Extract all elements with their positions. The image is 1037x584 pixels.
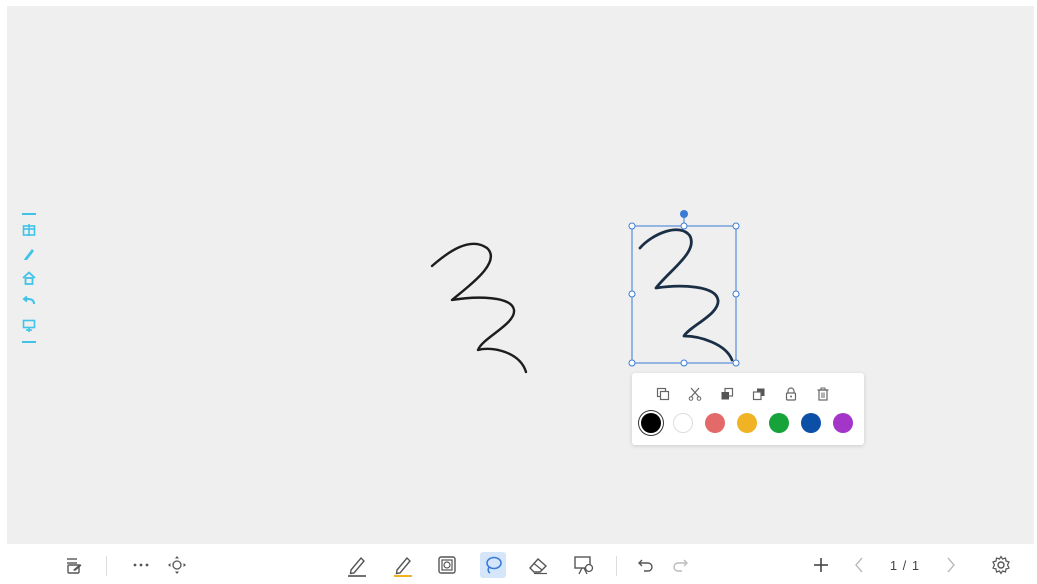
color-swatch-black[interactable] [641,413,661,433]
eraser-icon[interactable] [524,546,552,584]
settings-gear-icon[interactable] [988,546,1014,584]
highlighter-icon[interactable] [390,546,416,584]
copy-icon[interactable] [654,385,672,403]
bottom-toolbar: 1 / 1 [0,546,1037,584]
exit-note-icon[interactable] [60,546,88,584]
selection-frame [631,225,737,364]
pen-icon[interactable] [344,546,370,584]
bring-to-front-icon[interactable] [718,385,736,403]
resize-handle[interactable] [732,359,740,367]
resize-handle[interactable] [680,222,688,230]
color-swatch-white[interactable] [673,413,693,433]
shape-icon[interactable] [434,546,460,584]
prev-page-icon[interactable] [848,546,870,584]
resize-handle[interactable] [628,222,636,230]
resize-handle[interactable] [680,359,688,367]
delete-icon[interactable] [814,385,832,403]
resize-handle[interactable] [732,222,740,230]
color-swatch-green[interactable] [769,413,789,433]
resize-handle[interactable] [628,359,636,367]
board-manage-icon[interactable] [570,546,598,584]
redo-icon[interactable] [668,546,694,584]
undo-icon[interactable] [632,546,658,584]
context-actions [654,385,832,403]
lock-icon[interactable] [782,385,800,403]
color-swatch-yellow[interactable] [737,413,757,433]
rotate-handle[interactable] [680,210,688,218]
more-icon[interactable] [128,546,154,584]
toolbar-divider [106,556,107,576]
selected-ink-stroke[interactable] [638,228,734,362]
color-swatch-purple[interactable] [833,413,853,433]
ink-stroke[interactable] [430,242,528,374]
move-icon[interactable] [164,546,190,584]
toolbar-divider [616,556,617,576]
color-swatch-red[interactable] [705,413,725,433]
ink-layer [430,210,740,374]
page-indicator: 1 / 1 [880,546,930,584]
color-palette [641,413,853,433]
lasso-select-icon[interactable] [478,546,508,584]
add-page-icon[interactable] [808,546,834,584]
next-page-icon[interactable] [940,546,962,584]
resize-handle[interactable] [732,290,740,298]
selection-context-menu [632,373,864,445]
send-to-back-icon[interactable] [750,385,768,403]
selection-box[interactable] [628,210,740,367]
resize-handle[interactable] [628,290,636,298]
cut-icon[interactable] [686,385,704,403]
active-tool-highlight [480,552,506,578]
color-swatch-blue[interactable] [801,413,821,433]
page-indicator-text: 1 / 1 [889,557,921,573]
